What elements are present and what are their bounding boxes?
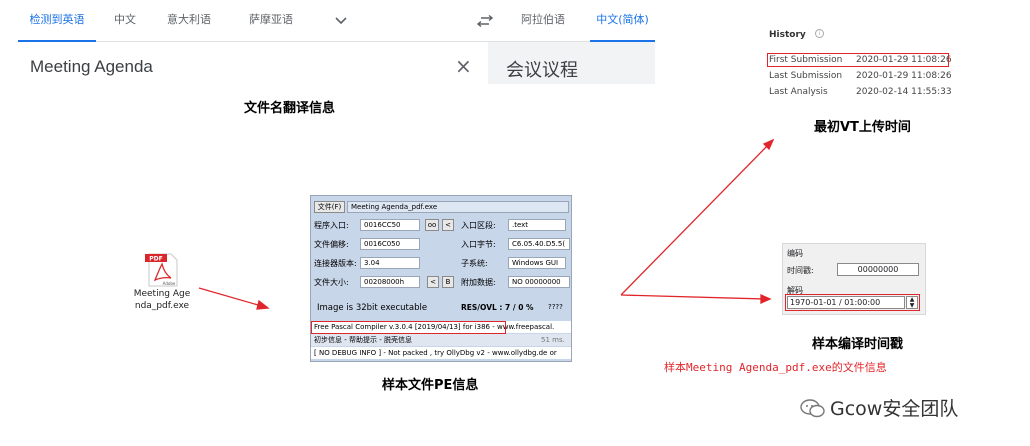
highlight-box — [311, 321, 506, 334]
pdf-badge-text: PDF — [149, 256, 162, 263]
file-menu-button[interactable]: 文件(F) — [314, 201, 345, 213]
hint-bar: 初步信息 - 帮助提示 - 脱壳信息 51 ms. — [311, 334, 571, 346]
encode-label: 编码 — [787, 249, 803, 258]
entry-section-field[interactable]: .text — [508, 219, 566, 231]
tab-italian[interactable]: 意大利语 — [158, 0, 220, 42]
overlay-field[interactable]: NO 00000000 — [508, 276, 570, 288]
file-size-field[interactable]: 00208000h — [360, 276, 420, 288]
chevron-down-icon[interactable] — [334, 14, 348, 28]
swap-languages-icon[interactable] — [477, 15, 493, 27]
arrowhead — [760, 293, 772, 305]
entry-point-field[interactable]: 0016CC50 — [360, 219, 420, 231]
tab-chinese-simplified[interactable]: 中文(简体) — [590, 0, 655, 42]
entry-section-label: 入口区段: — [461, 221, 496, 230]
file-path-field[interactable]: Meeting Agenda_pdf.exe — [347, 201, 569, 213]
entry-bytes-field[interactable]: C6.05.40.D5.5( — [508, 238, 570, 250]
compile-time-panel: 编码 时间戳: 00000000 解码 1970-01-01 / 01:00:0… — [782, 243, 926, 315]
watermark-text: Gcow安全团队 — [830, 398, 959, 420]
file-offset-field[interactable]: 0016C050 — [360, 238, 420, 250]
history-row: Last Analysis 2020-02-14 11:55:33 — [769, 86, 959, 100]
hint-info: 初步信息 - 帮助提示 - 脱壳信息 — [314, 336, 412, 344]
translated-text: 会议议程 — [506, 60, 578, 81]
subsystem-field[interactable]: Windows GUI — [508, 257, 566, 269]
language-tabs: 检测到英语 中文 意大利语 萨摩亚语 阿拉伯语 中文(简体) — [18, 0, 655, 42]
arrowhead — [762, 138, 775, 151]
history-value: 2020-02-14 11:55:33 — [856, 87, 952, 97]
oo-button[interactable]: oo — [425, 219, 439, 231]
hint-suffix: 51 ms. — [541, 336, 565, 344]
pdf-file-icon[interactable]: PDF Adobe Meeting Agenda_pdf.exe — [134, 252, 190, 332]
history-label: Last Submission — [769, 71, 843, 81]
file-size-label: 文件大小: — [314, 278, 349, 287]
tab-arabic[interactable]: 阿拉伯语 — [518, 0, 568, 42]
entry-point-label: 程序入口: — [314, 221, 349, 230]
arrow-pdf-to-pe — [198, 287, 266, 308]
subsystem-label: 子系统: — [461, 259, 488, 268]
highlight-box — [785, 294, 920, 311]
caption-pe-info: 样本文件PE信息 — [382, 378, 479, 393]
overlay-label: 附加数据: — [461, 278, 496, 287]
history-label: Last Analysis — [769, 87, 828, 97]
linker-version-field[interactable]: 3.04 — [360, 257, 420, 269]
prev-button[interactable]: < — [427, 276, 439, 288]
caption-filename-translation: 文件名翻译信息 — [244, 101, 336, 116]
prev-button[interactable]: < — [442, 219, 454, 231]
b-button[interactable]: B — [442, 276, 454, 288]
tab-chinese[interactable]: 中文 — [102, 0, 148, 42]
timestamp-input[interactable]: 00000000 — [837, 263, 919, 276]
arrow-to-compile-time — [620, 294, 767, 300]
file-offset-label: 文件偏移: — [314, 240, 349, 249]
res-ovl-text: RES/OVL : 7 / 0 % — [461, 303, 534, 312]
caption-vt-upload: 最初VT上传时间 — [814, 120, 911, 135]
info-icon[interactable]: i — [815, 29, 824, 38]
history-row: Last Submission 2020-01-29 11:08:26 — [769, 70, 959, 84]
source-text-area[interactable]: Meeting Agenda × — [18, 42, 488, 84]
adobe-brand-text: Adobe — [163, 281, 176, 286]
image-bits-text: Image is 32bit executable — [317, 303, 428, 313]
timestamp-label: 时间戳: — [787, 266, 814, 275]
pdf-filename: Meeting Agenda_pdf.exe — [133, 289, 191, 311]
close-icon[interactable]: × — [455, 56, 472, 76]
pe-info-window: 文件(F) Meeting Agenda_pdf.exe 程序入口: 0016C… — [310, 195, 572, 362]
tab-detected-english[interactable]: 检测到英语 — [18, 0, 96, 42]
tab-samoan[interactable]: 萨摩亚语 — [240, 0, 302, 42]
source-text: Meeting Agenda — [30, 57, 153, 76]
highlight-box — [767, 53, 949, 67]
entry-bytes-label: 入口字节: — [461, 240, 496, 249]
arrow-to-history — [620, 142, 771, 296]
history-title: History — [769, 30, 806, 40]
linker-version-label: 连接器版本: — [314, 259, 357, 268]
translator-panel: 检测到英语 中文 意大利语 萨摩亚语 阿拉伯语 中文(简体) Meeting A… — [18, 0, 655, 84]
arrowhead — [256, 299, 270, 310]
pdf-icon: PDF Adobe — [145, 253, 178, 287]
translation-output: 会议议程 — [488, 42, 655, 84]
unknown-marks: ???? — [548, 303, 563, 311]
watermark: Gcow安全团队 — [800, 392, 1025, 422]
history-value: 2020-01-29 11:08:26 — [856, 71, 952, 81]
caption-compile-time: 样本编译时间戳 — [812, 337, 904, 352]
sample-note: 样本Meeting Agenda_pdf.exe的文件信息 — [664, 361, 887, 374]
history-panel: History i First Submission 2020-01-29 11… — [763, 24, 963, 104]
wechat-icon — [800, 399, 825, 418]
debug-info-bar: [ NO DEBUG INFO ] - Not packed , try Oll… — [311, 347, 571, 359]
